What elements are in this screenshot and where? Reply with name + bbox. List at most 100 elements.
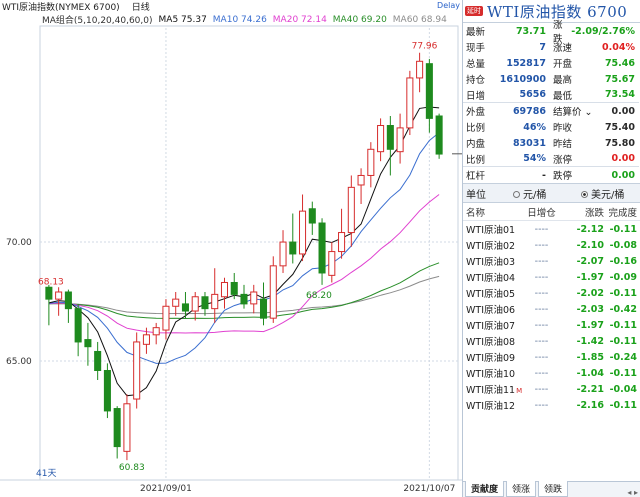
contract-daily-oi: ---- bbox=[534, 383, 549, 395]
period-label[interactable]: 日线 bbox=[132, 0, 150, 13]
quote-field-value: 75.80 bbox=[604, 137, 635, 149]
radio-selected-icon[interactable] bbox=[581, 191, 588, 198]
mid-mark-label: 68.20 bbox=[306, 291, 332, 301]
candle-down bbox=[181, 303, 189, 312]
delay-badge: 延时 bbox=[465, 6, 483, 16]
quote-field: 开盘 75.46 bbox=[550, 55, 639, 71]
candle-up bbox=[162, 305, 170, 331]
unit-option-yuan[interactable]: 元/桶 bbox=[511, 186, 579, 201]
symbol-label: WTI原油指数(NYMEX 6700) bbox=[2, 3, 120, 13]
quote-field-value: -2.09/2.76% bbox=[571, 25, 635, 37]
quote-field-value: 0.00 bbox=[611, 169, 635, 181]
quote-field: 最高 75.67 bbox=[550, 71, 639, 87]
quote-field: 日增 5656 bbox=[463, 87, 550, 103]
contract-name: WTI原油11M bbox=[463, 382, 522, 396]
contract-row[interactable]: WTI原油01 ---- -2.12 -0.11 bbox=[463, 221, 640, 237]
contract-change: -1.04 bbox=[576, 367, 604, 379]
contract-row[interactable]: WTI原油03 ---- -2.07 -0.16 bbox=[463, 253, 640, 269]
quote-field-label: 比例 bbox=[466, 154, 486, 166]
candle-up bbox=[142, 334, 150, 345]
chart-pane[interactable]: 70.00 65.00 2021/09/01 2021/10/07 77.96 60.83… bbox=[0, 0, 462, 497]
contract-contribution: -0.04 bbox=[609, 383, 637, 395]
contract-name: WTI原油02 bbox=[463, 238, 515, 252]
candle-up bbox=[250, 291, 258, 305]
ma20-value: MA20 72.14 bbox=[272, 14, 327, 25]
contract-contribution: -0.08 bbox=[609, 239, 637, 251]
quote-field: 外盘 69786 bbox=[463, 103, 550, 119]
contract-row[interactable]: WTI原油05 ---- -2.02 -0.11 bbox=[463, 285, 640, 301]
quote-field: 比例 54% bbox=[463, 151, 550, 167]
quote-field-label[interactable]: 结算价 ⌄ bbox=[553, 104, 592, 118]
candle-down bbox=[240, 293, 248, 305]
quote-field-value: 5656 bbox=[519, 89, 546, 100]
contract-name: WTI原油09 bbox=[463, 350, 515, 364]
contract-name-text: WTI原油03 bbox=[466, 257, 516, 268]
contract-row[interactable]: WTI原油02 ---- -2.10 -0.08 bbox=[463, 237, 640, 253]
contract-row[interactable]: WTI原油10 ---- -1.04 -0.11 bbox=[463, 365, 640, 381]
candle-up bbox=[328, 251, 336, 276]
quote-table: 最新 73.71 涨跌 -2.09/2.76% 现手 7 涨速 0.04% 总量 152817 开盘… bbox=[463, 20, 640, 183]
col-contribution[interactable]: 完成度 bbox=[604, 205, 640, 219]
quote-header: 延时 WTI原油指数 6700 bbox=[463, 0, 640, 23]
candle-up bbox=[279, 241, 287, 267]
unit-option-usd[interactable]: 美元/桶 bbox=[579, 186, 624, 201]
tab-leading-up[interactable]: 领涨 bbox=[506, 481, 537, 497]
contract-daily-oi: ---- bbox=[534, 223, 549, 235]
col-daily-oi[interactable]: 日增仓 bbox=[515, 205, 568, 219]
contract-contribution: -0.11 bbox=[609, 399, 637, 411]
quote-field-label: 现手 bbox=[466, 43, 486, 54]
delay-label: Delay bbox=[437, 1, 460, 10]
candle-up bbox=[377, 125, 385, 153]
contract-change: -1.42 bbox=[576, 335, 604, 347]
candlestick-chart[interactable]: 70.00 65.00 2021/09/01 2021/10/07 77.96 60.83… bbox=[0, 0, 462, 497]
quote-field-value: 73.54 bbox=[604, 89, 635, 100]
ma-group-label[interactable]: MA组合(5,10,20,40,60,0) bbox=[42, 13, 153, 26]
contract-contribution: -0.42 bbox=[609, 303, 637, 315]
tab-scroll-arrows-icon[interactable]: ◂ ▸ bbox=[627, 488, 640, 497]
contract-daily-oi: ---- bbox=[534, 271, 549, 283]
contract-change: -2.10 bbox=[576, 239, 604, 251]
quote-field: 内盘 83031 bbox=[463, 135, 550, 151]
candle-down bbox=[84, 339, 92, 348]
quote-field: 昨收 75.40 bbox=[550, 119, 639, 135]
contract-daily-oi: ---- bbox=[534, 335, 549, 347]
contract-list: WTI原油01 ---- -2.12 -0.11 WTI原油02 ---- -2.10 -0.… bbox=[463, 221, 640, 413]
candle-down bbox=[64, 291, 72, 310]
contract-daily-oi: ---- bbox=[534, 303, 549, 315]
tab-contribution[interactable]: 贡献度 bbox=[465, 481, 505, 497]
candle-down bbox=[45, 286, 53, 300]
left-mark-label: 68.13 bbox=[38, 278, 64, 288]
candle-down bbox=[230, 281, 238, 295]
contract-row[interactable]: WTI原油12 ---- -2.16 -0.11 bbox=[463, 397, 640, 413]
quote-field-label: 涨停 bbox=[553, 154, 573, 166]
quote-field: 持仓 1610900 bbox=[463, 71, 550, 87]
contract-contribution: -0.11 bbox=[609, 367, 637, 379]
contract-row[interactable]: WTI原油11M ---- -2.21 -0.04 bbox=[463, 381, 640, 397]
chart-title-bar: WTI原油指数(NYMEX 6700) 日线 Delay bbox=[0, 0, 462, 13]
contract-row[interactable]: WTI原油07 ---- -1.97 -0.11 bbox=[463, 317, 640, 333]
contract-row[interactable]: WTI原油06 ---- -2.03 -0.42 bbox=[463, 301, 640, 317]
quote-field: 最低 73.54 bbox=[550, 87, 639, 103]
contract-daily-oi: ---- bbox=[534, 367, 549, 379]
quote-field-label: 内盘 bbox=[466, 139, 486, 150]
contract-row[interactable]: WTI原油08 ---- -1.42 -0.11 bbox=[463, 333, 640, 349]
ma20-line bbox=[48, 194, 440, 334]
col-change[interactable]: 涨跌 bbox=[568, 205, 604, 219]
tab-leading-down[interactable]: 领跌 bbox=[538, 481, 569, 497]
contract-row[interactable]: WTI原油09 ---- -1.85 -0.24 bbox=[463, 349, 640, 365]
quote-field-label: 外盘 bbox=[466, 107, 486, 118]
quote-field-value: 75.46 bbox=[604, 57, 635, 69]
quote-field-label: 总量 bbox=[466, 59, 486, 70]
contract-list-header: 名称 日增仓 涨跌 完成度 bbox=[463, 203, 640, 221]
candle-up bbox=[55, 291, 63, 300]
quote-field-value: 73.71 bbox=[515, 25, 546, 37]
quote-field: 涨跌 -2.09/2.76% bbox=[550, 20, 639, 45]
contract-row[interactable]: WTI原油04 ---- -1.97 -0.09 bbox=[463, 269, 640, 285]
quote-field-value: 83031 bbox=[512, 137, 546, 149]
contract-daily-oi: ---- bbox=[534, 287, 549, 299]
candle-down bbox=[435, 115, 443, 155]
contract-change: -2.02 bbox=[576, 287, 604, 299]
x-tick-label: 2021/09/01 bbox=[140, 484, 192, 494]
col-name[interactable]: 名称 bbox=[463, 205, 515, 219]
radio-icon[interactable] bbox=[513, 191, 520, 198]
